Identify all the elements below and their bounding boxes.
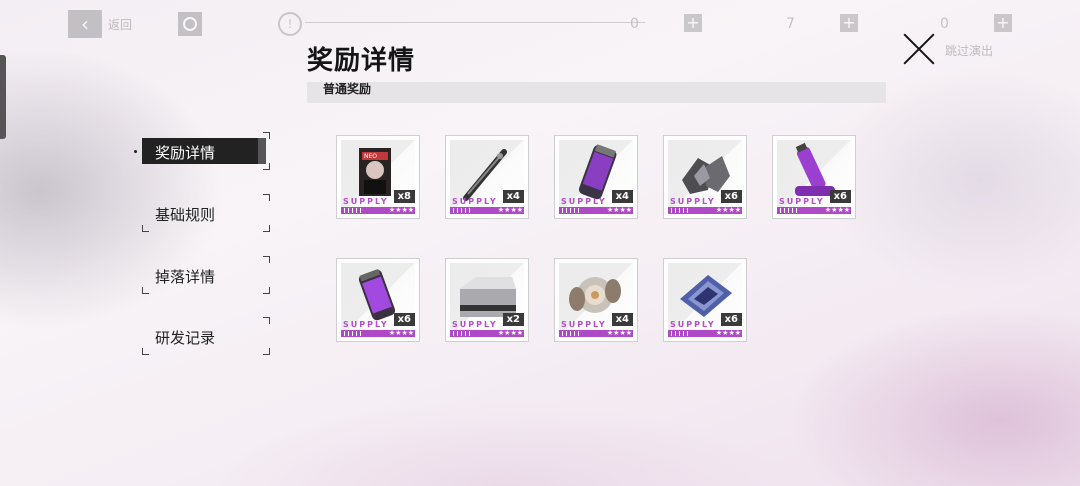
reward-item-energy-canister[interactable]: SUPPLY ★★★★ x6 <box>336 258 420 342</box>
bracket-decoration <box>142 348 149 355</box>
quantity-badge: x4 <box>611 313 633 326</box>
nav-item-label: 基础规则 <box>155 206 216 224</box>
counter-1: 0 <box>630 16 639 32</box>
hud-divider <box>305 22 645 23</box>
ring-icon[interactable] <box>178 12 202 36</box>
add-button-2[interactable]: + <box>840 14 858 32</box>
quantity-badge: x6 <box>829 190 851 203</box>
reward-item-crystal-ore[interactable]: SUPPLY ★★★★ x6 <box>663 135 747 219</box>
bracket-decoration <box>263 317 270 324</box>
reward-item-rod[interactable]: SUPPLY ★★★★ x4 <box>445 135 529 219</box>
quantity-badge: x2 <box>502 313 524 326</box>
supply-label: SUPPLY <box>561 197 607 206</box>
info-icon[interactable]: ! <box>278 12 302 36</box>
supply-label: SUPPLY <box>343 320 389 329</box>
reward-item-portrait-card[interactable]: NEO SUPPLY ★★★★ x8 <box>336 135 420 219</box>
bracket-decoration <box>263 256 270 263</box>
reward-item-metal-crate[interactable]: SUPPLY ★★★★ x2 <box>445 258 529 342</box>
quantity-badge: x6 <box>720 190 742 203</box>
nav-item-drop-details[interactable]: 掉落详情 <box>142 256 270 294</box>
quantity-badge: x8 <box>393 190 415 203</box>
section-header: 普通奖励 <box>307 82 886 103</box>
add-button-1[interactable]: + <box>684 14 702 32</box>
rarity-stars: ★★★★ <box>606 329 632 337</box>
quantity-badge: x6 <box>720 313 742 326</box>
bracket-decoration <box>263 194 270 201</box>
skip-button[interactable]: 跳过演出 <box>945 42 1080 74</box>
rarity-stars: ★★★★ <box>824 206 850 214</box>
panel-title: 奖励详情 <box>307 46 416 76</box>
reward-item-battery[interactable]: SUPPLY ★★★★ x6 <box>772 135 856 219</box>
supply-label: SUPPLY <box>670 197 716 206</box>
nav-item-dev-records[interactable]: 研发记录 <box>142 317 270 355</box>
counter-3: 0 <box>940 16 949 32</box>
nav-item-label: 研发记录 <box>155 329 216 347</box>
quantity-badge: x6 <box>393 313 415 326</box>
back-label: 返回 <box>108 18 133 32</box>
quantity-badge: x4 <box>502 190 524 203</box>
svg-text:NEO: NEO <box>364 153 377 160</box>
supply-label: SUPPLY <box>561 320 607 329</box>
chevron-left-icon: ‹ <box>81 12 89 36</box>
rarity-stars: ★★★★ <box>715 206 741 214</box>
rarity-stars: ★★★★ <box>388 206 414 214</box>
bracket-decoration <box>142 287 149 294</box>
supply-label: SUPPLY <box>343 197 389 206</box>
rarity-stars: ★★★★ <box>715 329 741 337</box>
rarity-stars: ★★★★ <box>497 206 523 214</box>
nav-item-reward-details[interactable]: 奖励详情 <box>142 132 270 170</box>
supply-label: SUPPLY <box>670 320 716 329</box>
reward-item-purple-capsule[interactable]: SUPPLY ★★★★ x4 <box>554 135 638 219</box>
supply-label: SUPPLY <box>452 197 498 206</box>
bracket-decoration <box>263 225 270 232</box>
reward-item-chip-module[interactable]: SUPPLY ★★★★ x6 <box>663 258 747 342</box>
nav-item-basic-rules[interactable]: 基础规则 <box>142 194 270 232</box>
quantity-badge: x4 <box>611 190 633 203</box>
rarity-stars: ★★★★ <box>497 329 523 337</box>
rarity-stars: ★★★★ <box>606 206 632 214</box>
supply-label: SUPPLY <box>779 197 825 206</box>
close-icon[interactable] <box>902 32 936 66</box>
nav-item-label: 掉落详情 <box>155 268 216 286</box>
reward-item-sphere-device[interactable]: SUPPLY ★★★★ x4 <box>554 258 638 342</box>
section-title: 普通奖励 <box>323 82 372 96</box>
bracket-decoration <box>263 132 270 139</box>
rarity-stars: ★★★★ <box>388 329 414 337</box>
supply-label: SUPPLY <box>452 320 498 329</box>
add-button-3[interactable]: + <box>994 14 1012 32</box>
bracket-decoration <box>142 225 149 232</box>
side-drawer-handle[interactable] <box>0 55 6 139</box>
background-art <box>0 0 1080 486</box>
nav-indicator-dot <box>134 150 137 153</box>
nav-item-label: 奖励详情 <box>155 144 216 162</box>
bracket-decoration <box>263 348 270 355</box>
back-button[interactable]: ‹ <box>68 10 102 38</box>
counter-2: 7 <box>786 16 795 32</box>
bracket-decoration <box>263 287 270 294</box>
bracket-decoration <box>263 163 270 170</box>
